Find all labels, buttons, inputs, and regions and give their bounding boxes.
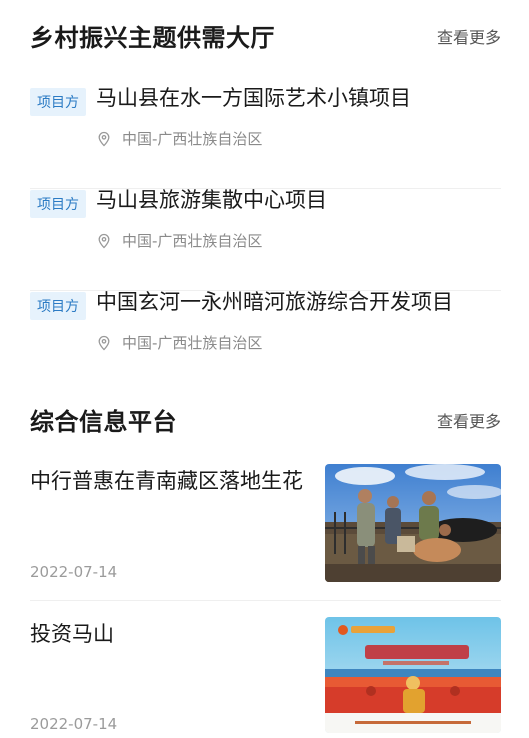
news-title[interactable]: 中行普惠在青南藏区落地生花 [30,464,305,498]
news-thumbnail-banner[interactable] [325,617,501,733]
location-pin-icon [98,131,110,146]
project-tag: 项目方 [30,190,86,218]
news-thumbnail-photo[interactable] [325,464,501,582]
project-tag: 项目方 [30,88,86,116]
location-text: 中国-广西壮族自治区 [122,232,263,250]
invest-mashan-banner [325,617,501,733]
tibetan-farmers-photo [325,464,501,582]
project-item[interactable]: 项目方 中国玄河一永州暗河旅游综合开发项目 中国-广西壮族自治区 [30,290,501,392]
project-title[interactable]: 中国玄河一永州暗河旅游综合开发项目 [96,286,453,316]
project-tag: 项目方 [30,292,86,320]
project-location: 中国-广西壮族自治区 [96,128,262,149]
project-item[interactable]: 项目方 马山县旅游集散中心项目 中国-广西壮族自治区 [30,188,501,291]
news-date: 2022-07-14 [30,563,118,581]
section-title: 综合信息平台 [30,408,177,436]
supply-demand-section-header: 乡村振兴主题供需大厅 查看更多 [30,18,501,53]
view-more-link[interactable]: 查看更多 [437,24,501,48]
news-title[interactable]: 投资马山 [30,617,305,651]
news-date: 2022-07-14 [30,715,118,733]
view-more-link[interactable]: 查看更多 [437,408,501,432]
location-pin-icon [98,335,110,350]
section-title: 乡村振兴主题供需大厅 [30,24,275,52]
info-platform-section-header: 综合信息平台 查看更多 [30,402,501,437]
project-location: 中国-广西壮族自治区 [96,332,262,353]
location-text: 中国-广西壮族自治区 [122,334,263,352]
project-title[interactable]: 马山县旅游集散中心项目 [96,184,327,214]
project-item[interactable]: 项目方 马山县在水一方国际艺术小镇项目 中国-广西壮族自治区 [30,86,501,189]
project-location: 中国-广西壮族自治区 [96,230,262,251]
location-pin-icon [98,233,110,248]
news-item[interactable]: 中行普惠在青南藏区落地生花 2022-07-14 [30,464,501,601]
location-text: 中国-广西壮族自治区 [122,130,263,148]
news-item[interactable]: 投资马山 2022-07-14 [30,617,501,738]
project-title[interactable]: 马山县在水一方国际艺术小镇项目 [96,82,411,112]
